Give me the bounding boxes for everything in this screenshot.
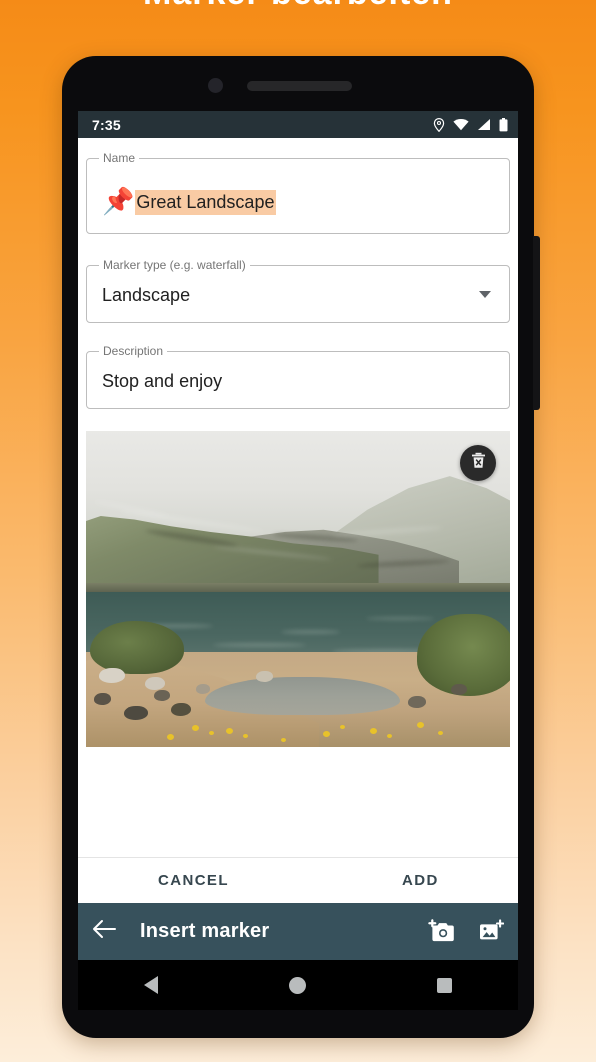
- description-field-label: Description: [99, 344, 168, 358]
- android-nav-bar: [78, 960, 518, 1010]
- cut-off-heading: Marker bearbeiten: [0, 0, 596, 12]
- marker-type-field-value: Landscape: [102, 285, 191, 305]
- front-camera-icon: [208, 78, 223, 93]
- marker-type-dropdown[interactable]: Marker type (e.g. waterfall) Landscape: [86, 258, 510, 323]
- phone-side-button: [533, 236, 540, 410]
- pushpin-icon: 📌: [102, 186, 135, 216]
- marker-type-field-label: Marker type (e.g. waterfall): [99, 258, 250, 272]
- circle-home-icon[interactable]: [288, 976, 306, 994]
- status-bar-icons: [433, 117, 508, 132]
- wifi-icon: [453, 118, 469, 131]
- name-field-label: Name: [99, 151, 140, 165]
- app-bar-actions: [428, 919, 504, 944]
- add-button[interactable]: ADD: [392, 866, 449, 895]
- landscape-photo-image: [86, 431, 510, 747]
- form-content-area: Name 📌 Great Landscape Marker type (e.g.…: [78, 138, 518, 849]
- status-bar-time: 7:35: [92, 116, 121, 133]
- name-field-value-row: 📌 Great Landscape: [102, 186, 277, 216]
- description-field-value: Stop and enjoy: [102, 371, 223, 391]
- description-input-field[interactable]: Description Stop and enjoy: [86, 344, 510, 409]
- signal-icon: [477, 118, 491, 131]
- speaker-grille: [247, 81, 352, 91]
- status-bar: 7:35: [78, 111, 518, 138]
- phone-screen: 7:35 Name 📌 Great Landscape Marker type …: [78, 111, 518, 960]
- name-field-value: Great Landscape: [135, 189, 277, 215]
- cancel-button[interactable]: CANCEL: [148, 866, 239, 895]
- add-image-icon[interactable]: [477, 919, 504, 944]
- arrow-left-icon[interactable]: [92, 919, 116, 944]
- battery-icon: [499, 117, 508, 132]
- delete-photo-button[interactable]: [460, 445, 496, 481]
- photo-preview[interactable]: [86, 431, 510, 747]
- triangle-back-icon[interactable]: [143, 976, 158, 994]
- dialog-action-row: CANCEL ADD: [78, 857, 518, 903]
- app-bar-title: Insert marker: [140, 920, 270, 942]
- chevron-down-icon[interactable]: [479, 291, 491, 298]
- add-a-photo-icon[interactable]: [428, 919, 455, 944]
- square-recents-icon[interactable]: [437, 977, 453, 993]
- bottom-app-bar: Insert marker: [78, 903, 518, 960]
- phone-device-frame: 7:35 Name 📌 Great Landscape Marker type …: [62, 56, 534, 1038]
- location-pin-icon: [433, 117, 445, 132]
- trash-icon: [471, 452, 486, 474]
- name-input-field[interactable]: Name 📌 Great Landscape: [86, 151, 510, 234]
